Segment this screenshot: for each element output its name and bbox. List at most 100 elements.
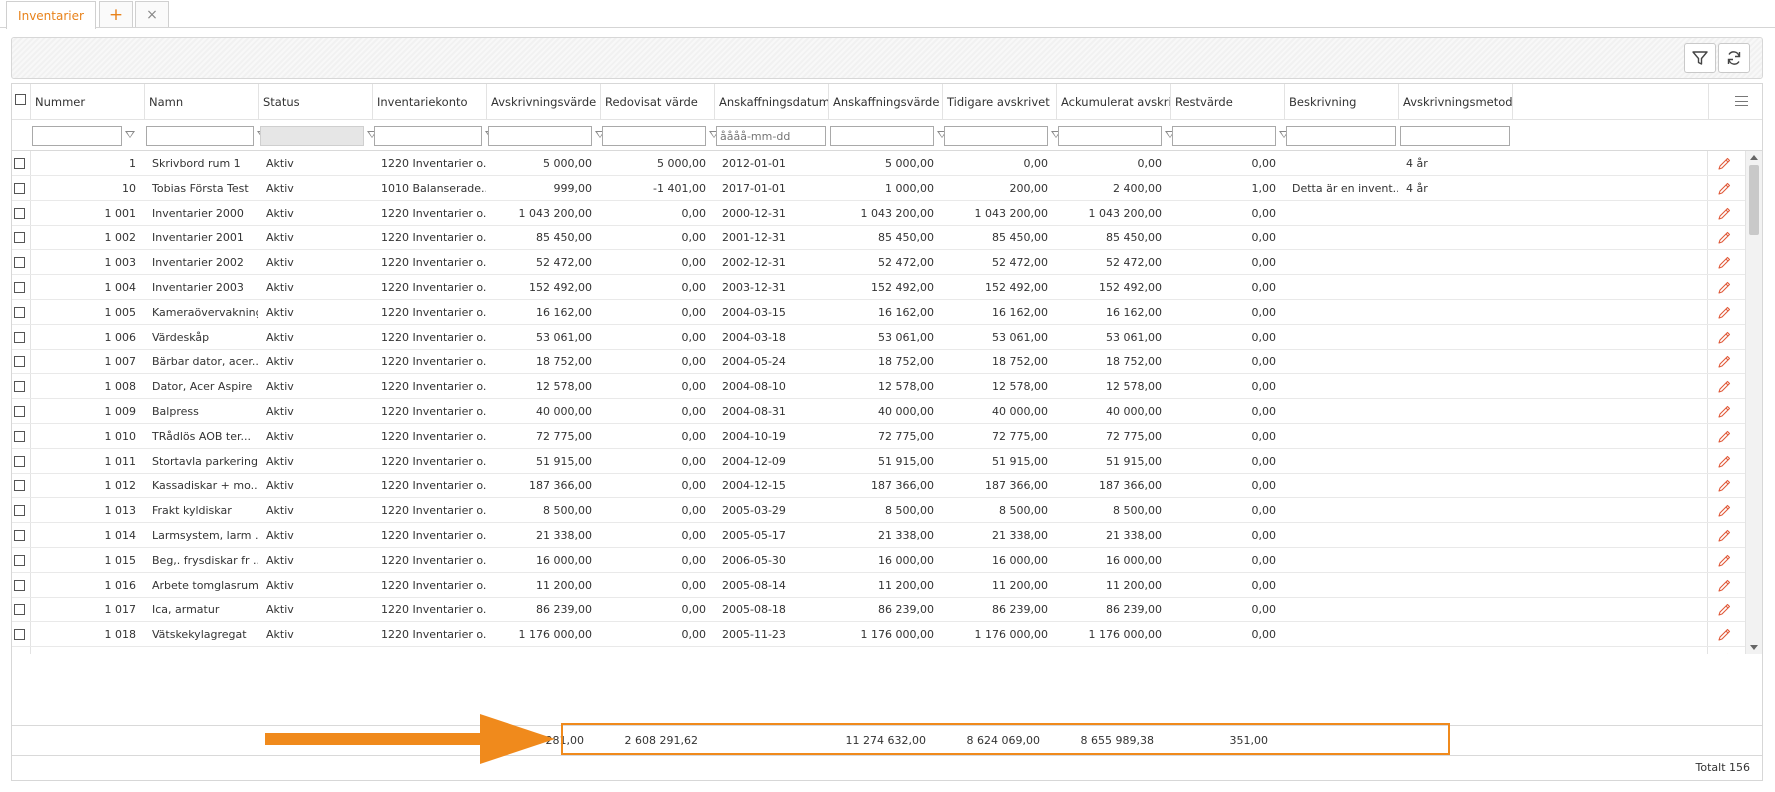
cell-namn: Inventarier 2000 xyxy=(152,206,244,220)
filter-input-namn[interactable] xyxy=(146,126,254,146)
table-row[interactable]: 1 015 Beg,. frysdiskar fr ... Aktiv 1220 In… xyxy=(12,548,1745,573)
table-row[interactable]: 1 006 Värdeskåp Aktiv 1220 Inventarier o...… xyxy=(12,325,1745,350)
row-checkbox[interactable] xyxy=(14,356,25,368)
row-checkbox[interactable] xyxy=(14,158,25,169)
filter-input-avskrivningsmetod[interactable] xyxy=(1400,126,1510,146)
column-header-tidigare-avskrivet[interactable]: Tidigare avskrivet xyxy=(942,84,1056,120)
row-checkbox[interactable] xyxy=(14,480,25,492)
edit-pencil-icon[interactable] xyxy=(1716,578,1732,594)
edit-pencil-icon[interactable] xyxy=(1716,478,1732,494)
edit-pencil-icon[interactable] xyxy=(1716,528,1732,544)
row-checkbox[interactable] xyxy=(14,604,25,616)
row-checkbox[interactable] xyxy=(14,282,25,293)
filter-input-tidigare-avskrivet[interactable] xyxy=(944,126,1048,146)
table-row[interactable]: 1 018 Vätskekylagregat Aktiv 1220 Inventari… xyxy=(12,622,1745,648)
filter-input-ackumulerat[interactable] xyxy=(1058,126,1162,146)
edit-pencil-icon[interactable] xyxy=(1716,454,1732,470)
table-row[interactable]: 10 Tobias Första Test Aktiv 1010 Balanserad… xyxy=(12,176,1745,201)
row-checkbox[interactable] xyxy=(14,629,25,641)
table-row[interactable]: 1 007 Bärbar dator, acer... Aktiv 1220 Inve… xyxy=(12,349,1745,375)
edit-pencil-icon[interactable] xyxy=(1716,553,1732,569)
table-row[interactable]: 1 013 Frakt kyldiskar Aktiv 1220 Inventarie… xyxy=(12,498,1745,524)
edit-pencil-icon[interactable] xyxy=(1716,305,1732,321)
row-checkbox[interactable] xyxy=(14,306,25,318)
table-row[interactable]: 1 016 Arbete tomglasrum Aktiv 1220 Inventar… xyxy=(12,573,1745,598)
filter-input-inventariekonto[interactable] xyxy=(374,126,482,146)
edit-pencil-icon[interactable] xyxy=(1716,330,1732,346)
filter-input-beskrivning[interactable] xyxy=(1286,126,1396,146)
column-header-ackumulerat[interactable]: Ackumulerat avskri... xyxy=(1056,84,1170,120)
edit-pencil-icon[interactable] xyxy=(1716,602,1732,618)
column-header-avskrivningsmetod[interactable]: Avskrivningsmetod xyxy=(1398,84,1512,120)
edit-pencil-icon[interactable] xyxy=(1716,230,1732,246)
table-row[interactable]: 1 008 Dator, Acer Aspire Aktiv 1220 Inventa… xyxy=(12,374,1745,400)
filter-input-anskaffningsdatum[interactable] xyxy=(716,126,826,146)
filter-funnel-icon[interactable] xyxy=(125,131,135,138)
column-header-restvarde[interactable]: Restvärde xyxy=(1170,84,1284,120)
column-header-avskrivningsvarde[interactable]: Avskrivningsvärde xyxy=(486,84,600,120)
edit-pencil-icon[interactable] xyxy=(1716,404,1732,420)
row-checkbox[interactable] xyxy=(14,455,25,467)
filter-input-nummer[interactable] xyxy=(32,126,122,146)
edit-pencil-icon[interactable] xyxy=(1716,280,1732,296)
tab-inventarier[interactable]: Inventarier xyxy=(6,1,96,29)
column-header-namn[interactable]: Namn xyxy=(144,84,258,120)
edit-pencil-icon[interactable] xyxy=(1716,652,1732,654)
table-row[interactable]: 1 004 Inventarier 2003 Aktiv 1220 Inventari… xyxy=(12,275,1745,300)
row-checkbox[interactable] xyxy=(14,505,25,517)
filter-button[interactable] xyxy=(1684,43,1716,73)
row-checkbox[interactable] xyxy=(14,232,25,244)
edit-pencil-icon[interactable] xyxy=(1716,379,1732,395)
column-header-redovisat-varde[interactable]: Redovisat värde xyxy=(600,84,714,120)
select-all-checkbox[interactable] xyxy=(15,94,26,105)
edit-pencil-icon[interactable] xyxy=(1716,429,1732,445)
close-tab-button[interactable]: × xyxy=(135,1,169,27)
edit-pencil-icon[interactable] xyxy=(1716,206,1732,222)
edit-pencil-icon[interactable] xyxy=(1716,503,1732,519)
row-checkbox[interactable] xyxy=(14,579,25,591)
column-header-inventariekonto[interactable]: Inventariekonto xyxy=(372,84,486,120)
table-row[interactable]: 1 011 Stortavla parkering Aktiv 1220 Invent… xyxy=(12,449,1745,474)
row-checkbox[interactable] xyxy=(14,207,25,219)
refresh-button[interactable] xyxy=(1718,43,1750,73)
row-checkbox[interactable] xyxy=(14,182,25,194)
scroll-down-icon[interactable] xyxy=(1750,645,1758,650)
edit-pencil-icon[interactable] xyxy=(1716,627,1732,643)
row-checkbox[interactable] xyxy=(14,257,25,269)
table-row[interactable]: 1 014 Larmsystem, larm ... Aktiv 1220 Inven… xyxy=(12,523,1745,548)
edit-pencil-icon[interactable] xyxy=(1716,156,1732,172)
filter-input-restvarde[interactable] xyxy=(1172,126,1276,146)
row-checkbox[interactable] xyxy=(14,430,25,442)
filter-input-avskrivningsvarde[interactable] xyxy=(488,126,592,146)
table-row[interactable]: 1 002 Inventarier 2001 Aktiv 1220 Inventari… xyxy=(12,225,1745,251)
edit-pencil-icon[interactable] xyxy=(1716,255,1732,271)
table-row[interactable]: 1 001 Inventarier 2000 Aktiv 1220 Inventari… xyxy=(12,201,1745,226)
edit-pencil-icon[interactable] xyxy=(1716,181,1732,197)
table-row[interactable]: 1 019Ica, armatur takfä...Aktiv1220 Inve… xyxy=(12,647,1745,654)
scroll-up-icon[interactable] xyxy=(1750,155,1758,160)
vertical-scrollbar[interactable] xyxy=(1745,151,1762,654)
table-row[interactable]: 1 005 Kameraövervakning Aktiv 1220 Inventar… xyxy=(12,300,1745,325)
table-row[interactable]: 1 Skrivbord rum 1 Aktiv 1220 Inventarier o.… xyxy=(12,151,1745,176)
table-row[interactable]: 1 012 Kassadiskar + mo... Aktiv 1220 Invent… xyxy=(12,473,1745,499)
row-checkbox[interactable] xyxy=(14,406,25,417)
table-row[interactable]: 1 017 Ica, armatur Aktiv 1220 Inventarier o… xyxy=(12,597,1745,623)
column-header-status[interactable]: Status xyxy=(258,84,372,120)
row-checkbox[interactable] xyxy=(14,554,25,566)
row-checkbox[interactable] xyxy=(14,331,25,343)
table-row[interactable]: 1 009 Balpress Aktiv 1220 Inventarier o... 4… xyxy=(12,399,1745,424)
row-checkbox[interactable] xyxy=(14,530,25,541)
table-row[interactable]: 1 003 Inventarier 2002 Aktiv 1220 Inventari… xyxy=(12,250,1745,276)
table-row[interactable]: 1 010 TRådlös AOB ter... Aktiv 1220 Inventa… xyxy=(12,424,1745,449)
add-tab-button[interactable]: + xyxy=(99,1,133,27)
column-header-anskaffningsvarde[interactable]: Anskaffningsvärde xyxy=(828,84,942,120)
scroll-thumb[interactable] xyxy=(1749,165,1759,235)
row-checkbox[interactable] xyxy=(14,381,25,393)
column-header-beskrivning[interactable]: Beskrivning xyxy=(1284,84,1398,120)
column-header-anskaffningsdatum[interactable]: Anskaffningsdatum xyxy=(714,84,828,120)
column-header-nummer[interactable]: Nummer xyxy=(30,84,144,120)
column-menu-icon[interactable] xyxy=(1735,96,1748,106)
filter-input-anskaffningsvarde[interactable] xyxy=(830,126,934,146)
filter-input-redovisat-varde[interactable] xyxy=(602,126,706,146)
edit-pencil-icon[interactable] xyxy=(1716,354,1732,370)
